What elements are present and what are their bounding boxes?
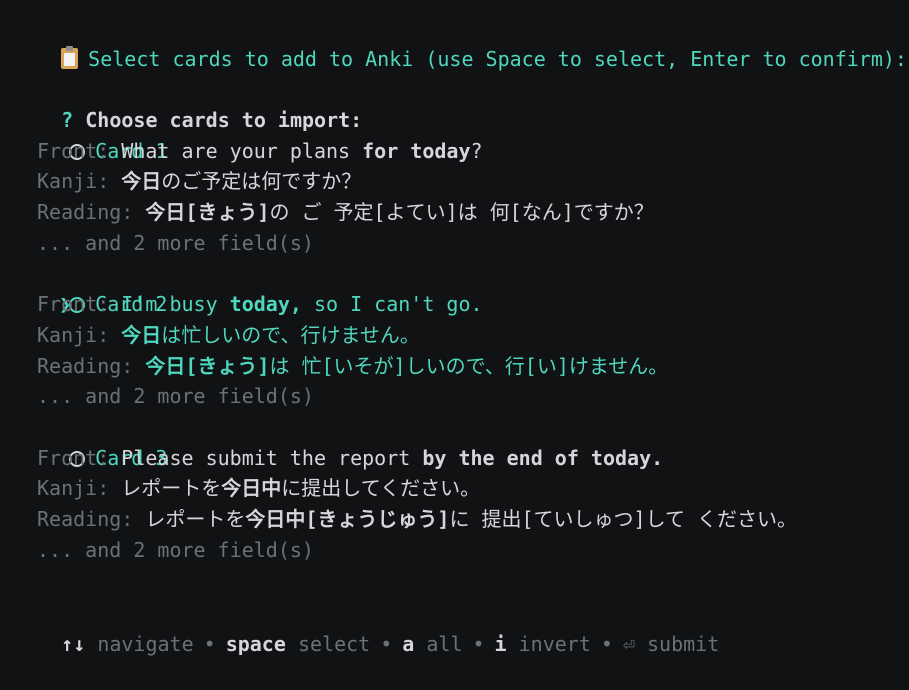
- bold-segment: 今日: [121, 169, 162, 194]
- card-3-kanji: Kanji: レポートを今日中に提出してください。: [13, 473, 909, 504]
- field-value: I'm busy today, so I can't go.: [121, 292, 482, 316]
- all-key: a: [402, 631, 415, 656]
- separator: •: [203, 631, 216, 656]
- field-value: レポートを今日中に提出してください。: [121, 476, 480, 500]
- text-segment: は忙しいので、行けません。: [161, 322, 420, 347]
- text-segment: I'm busy: [121, 292, 230, 317]
- field-label-kanji: Kanji:: [37, 322, 110, 347]
- field-label-front: Front:: [37, 138, 110, 163]
- bold-segment: 今日: [121, 322, 162, 347]
- field-label-front: Front:: [37, 445, 110, 470]
- card-3-front: Front: Please submit the report by the e…: [13, 443, 909, 474]
- bold-segment: 今日[きょう]: [145, 200, 270, 225]
- text-segment: so I can't go.: [301, 292, 483, 317]
- card-option-2[interactable]: ❯ Card 2: [13, 259, 909, 316]
- bold-segment: 今日[きょう]: [145, 353, 270, 378]
- card-2-reading: Reading: 今日[きょう]は 忙[いそが]しいので、行[い]けません。: [13, 351, 909, 382]
- field-value: 今日は忙しいので、行けません。: [121, 323, 420, 347]
- bold-segment: 今日中: [221, 476, 282, 501]
- field-label-reading: Reading:: [37, 353, 134, 378]
- field-value: レポートを今日中[きょうじゅう]に 提出[ていしゅつ]して ください。: [145, 507, 797, 531]
- card-3-reading: Reading: レポートを今日中[きょうじゅう]に 提出[ていしゅつ]して く…: [13, 504, 909, 535]
- invert-label: invert: [518, 631, 591, 656]
- field-label-front: Front:: [37, 292, 110, 317]
- enter-icon: ⏎: [622, 631, 635, 656]
- submit-label: submit: [647, 631, 720, 656]
- card-2-more-fields: ... and 2 more field(s): [37, 384, 314, 409]
- text-segment: ?: [470, 138, 483, 163]
- invert-key: i: [494, 631, 507, 656]
- field-label-reading: Reading:: [37, 507, 134, 531]
- field-label-kanji: Kanji:: [37, 476, 110, 501]
- field-label-reading: Reading:: [37, 200, 134, 225]
- separator: •: [472, 631, 485, 656]
- clipboard-icon: [61, 45, 79, 69]
- text-segment: の ご 予定[よてい]は 何[なん]ですか？: [269, 200, 654, 225]
- text-segment: は 忙[いそが]しいので、行[い]けません。: [269, 353, 669, 378]
- prompt-marker: ?: [61, 108, 74, 133]
- header-line: Select cards to add to Anki (use Space t…: [13, 13, 909, 71]
- card-1-reading: Reading: 今日[きょう]の ご 予定[よてい]は 何[なん]ですか？: [13, 197, 909, 228]
- select-label: select: [297, 631, 371, 656]
- text-segment: Please submit the report: [121, 445, 423, 470]
- card-1-more-fields: ... and 2 more field(s): [37, 230, 314, 255]
- bold-segment: 今日中[きょうじゅう]: [245, 507, 450, 531]
- bold-segment: for today: [362, 138, 471, 163]
- card-2-kanji: Kanji: 今日は忙しいので、行けません。: [13, 320, 909, 351]
- arrows-icon: ↑↓: [61, 631, 86, 656]
- field-value: 今日のご予定は何ですか？: [121, 169, 361, 193]
- field-value: Please submit the report by the end of t…: [121, 446, 663, 470]
- card-1-kanji: Kanji: 今日のご予定は何ですか？: [13, 166, 909, 197]
- field-label-kanji: Kanji:: [37, 169, 110, 194]
- card-option-3[interactable]: Card 3: [13, 412, 909, 470]
- card-1-front: Front: What are your plans for today?: [13, 136, 909, 167]
- separator: •: [600, 631, 613, 656]
- space-key: space: [225, 631, 286, 656]
- text-segment: レポートを: [121, 476, 222, 501]
- text-segment: に提出してください。: [281, 476, 481, 501]
- navigate-label: navigate: [97, 631, 194, 656]
- all-label: all: [426, 631, 463, 656]
- header-title: Select cards to add to Anki (use Space t…: [88, 46, 907, 71]
- separator: •: [380, 631, 393, 656]
- text-segment: レポートを: [145, 507, 246, 531]
- terminal-window: Select cards to add to Anki (use Space t…: [0, 0, 909, 656]
- prompt-line: ? Choose cards to import:: [13, 74, 909, 132]
- card-2-front: Front: I'm busy today, so I can't go.: [13, 289, 909, 320]
- card-3-more-fields: ... and 2 more field(s): [37, 537, 314, 562]
- field-value: 今日[きょう]の ご 予定[よてい]は 何[なん]ですか？: [145, 200, 653, 224]
- bold-segment: by the end of today.: [422, 445, 664, 470]
- field-value: What are your plans for today?: [121, 139, 482, 163]
- text-segment: のご予定は何ですか？: [161, 169, 362, 194]
- prompt-question: Choose cards to import:: [85, 108, 363, 133]
- bold-segment: today,: [229, 292, 302, 317]
- field-value: 今日[きょう]は 忙[いそが]しいので、行[い]けません。: [145, 354, 668, 378]
- help-footer: ↑↓ navigate • space select • a all • i invert •…: [13, 598, 719, 656]
- text-segment: What are your plans: [121, 138, 363, 163]
- text-segment: に 提出[ていしゅつ]して ください。: [449, 507, 798, 531]
